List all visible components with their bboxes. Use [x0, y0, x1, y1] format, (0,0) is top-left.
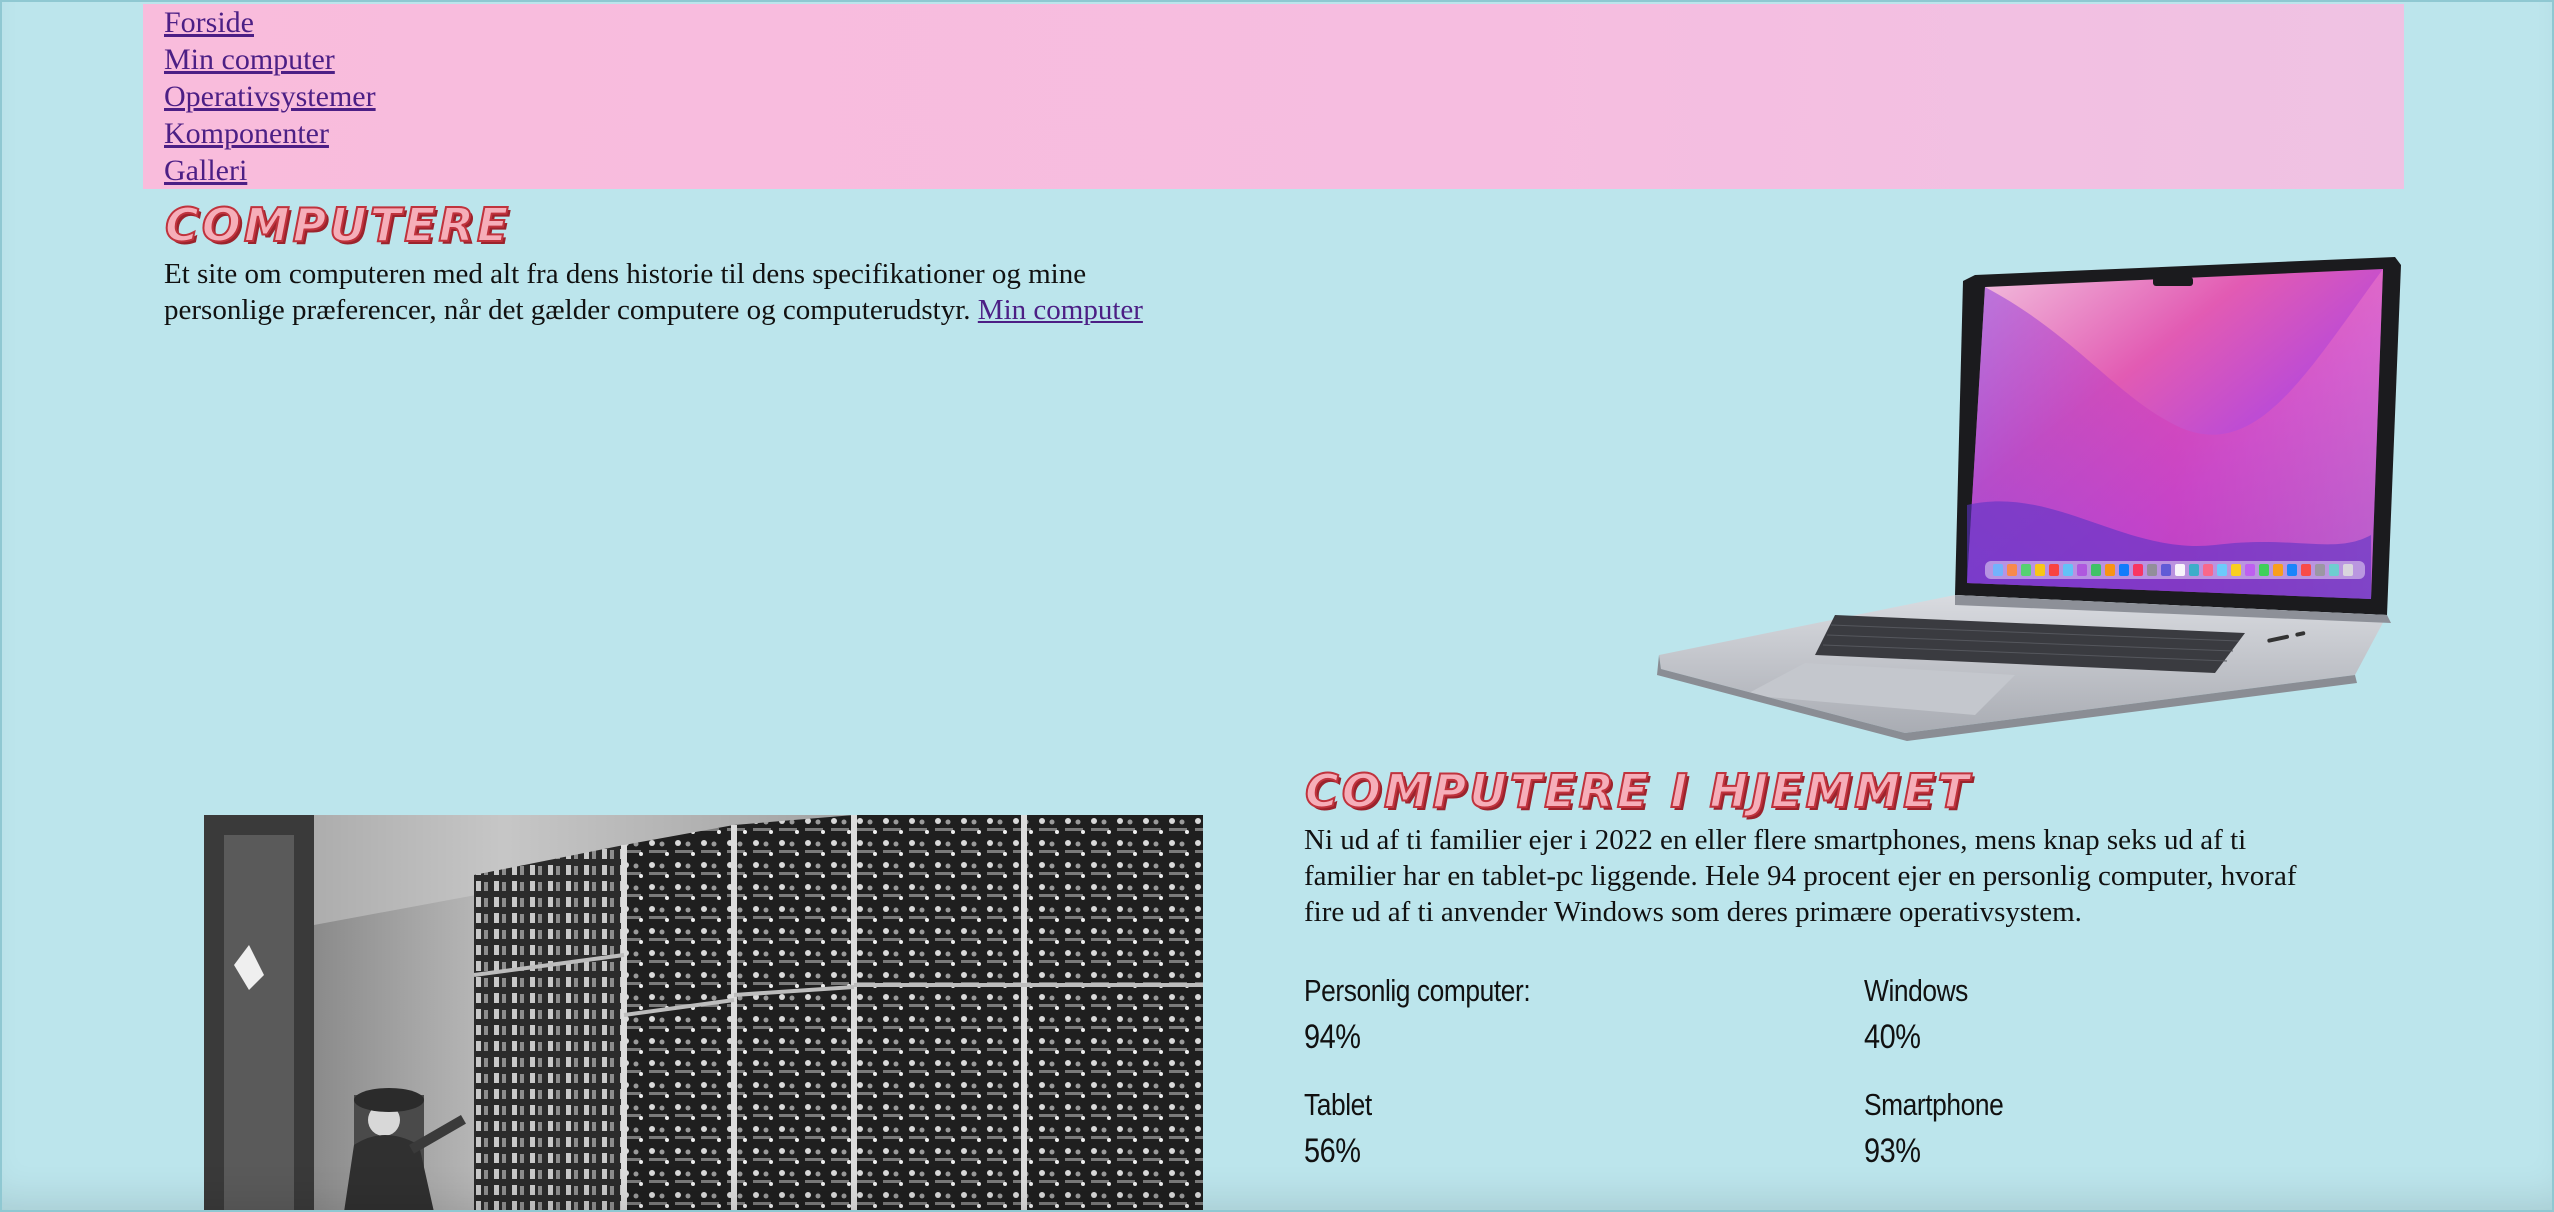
nav-item-komponenter: Komponenter [164, 115, 376, 152]
nav-item-operativsystemer: Operativsystemer [164, 78, 376, 115]
hero-min-computer-link[interactable]: Min computer [978, 294, 1143, 326]
historic-computer-illustration [204, 815, 1203, 1212]
stat-value-tablet: 56% [1304, 1132, 1361, 1170]
hero-intro-text: Et site om computeren med alt fra dens h… [164, 256, 1174, 328]
nav-link-galleri[interactable]: Galleri [164, 154, 247, 187]
stat-value-personal-computer: 94% [1304, 1018, 1361, 1056]
laptop-image [1657, 257, 2401, 741]
stat-value-windows: 40% [1864, 1018, 1921, 1056]
nav-link-komponenter[interactable]: Komponenter [164, 117, 329, 150]
page-title: Computere [164, 197, 512, 253]
stat-value-smartphone: 93% [1864, 1132, 1921, 1170]
historic-computer-photo [204, 815, 1203, 1212]
stat-label-smartphone: Smartphone [1864, 1087, 2004, 1122]
home-section-title: Computere i hjemmet [1304, 763, 1972, 819]
nav-link-forside[interactable]: Forside [164, 6, 254, 39]
stat-label-tablet: Tablet [1304, 1087, 1372, 1122]
top-navigation: Forside Min computer Operativsystemer Ko… [143, 4, 2404, 189]
stat-label-windows: Windows [1864, 973, 1968, 1008]
nav-item-galleri: Galleri [164, 152, 376, 189]
nav-item-min-computer: Min computer [164, 41, 376, 78]
nav-list: Forside Min computer Operativsystemer Ko… [164, 4, 376, 189]
home-section-text: Ni ud af ti familier ejer i 2022 en elle… [1304, 824, 2297, 928]
nav-item-forside: Forside [164, 4, 376, 41]
hero-intro-body: Et site om computeren med alt fra dens h… [164, 258, 1087, 326]
stat-label-personal-computer: Personlig computer: [1304, 973, 1531, 1008]
nav-link-operativsystemer[interactable]: Operativsystemer [164, 80, 376, 113]
nav-link-min-computer[interactable]: Min computer [164, 43, 335, 76]
